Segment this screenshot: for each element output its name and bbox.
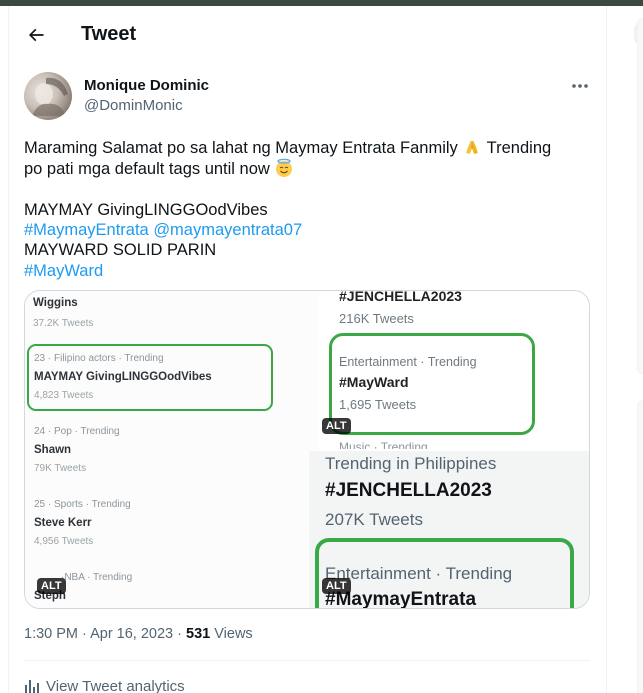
tweet-line-5: MAYWARD SOLID PARIN (24, 241, 217, 260)
media-image-top-right[interactable]: #JENCHELLA2023 216K Tweets Entertainment… (321, 291, 589, 449)
views-count: 531 (186, 626, 211, 642)
tweet-line-2-text: po pati mga default tags until now (24, 160, 270, 179)
mention-link[interactable]: @maymayentrata07 (153, 221, 302, 239)
media-grid: Wiggins 37.2K Tweets 23 · Filipino actor… (24, 290, 590, 609)
hashtag-link[interactable]: #MaymayEntrata (24, 221, 149, 239)
avatar[interactable] (24, 72, 72, 120)
trend-count: 79K Tweets (34, 463, 87, 474)
trend-meta: Entertainment · Trending (339, 355, 477, 369)
media-image-left[interactable]: Wiggins 37.2K Tweets 23 · Filipino actor… (25, 291, 319, 608)
page-title: Tweet (81, 23, 137, 45)
trend-meta: 24 · Pop · Trending (34, 426, 120, 437)
column-left-border (8, 6, 9, 693)
tweet-line-4: #MaymayEntrata @maymayentrata07 (24, 220, 594, 240)
tweet-text: Maraming Salamat po sa lahat ng Maymay E… (24, 137, 594, 281)
tweet-meta: 1:30 PM · Apr 16, 2023 · 531 Views (24, 626, 253, 642)
hashtag-link-mayward[interactable]: #MayWard (24, 262, 103, 280)
trend-meta: 23 · Filipino actors · Trending (34, 353, 164, 364)
sidebar-card-edge (637, 18, 643, 374)
author-handle[interactable]: @DominMonic (84, 97, 183, 114)
tweet-timestamp[interactable]: 1:30 PM · Apr 16, 2023 · (24, 626, 186, 642)
trend-meta: ·NBA · Trending (61, 572, 133, 583)
avatar-photo (32, 77, 68, 116)
analytics-label: View Tweet analytics (46, 678, 185, 693)
trend-count: 4,956 Tweets (34, 536, 94, 547)
trend-meta: Entertainment · Trending (325, 564, 513, 583)
trend-meta: 25 · Sports · Trending (34, 499, 131, 510)
trend-title: Shawn (34, 444, 72, 456)
tweet-line-3: MAYMAY GivingLINGGOodVibes (24, 200, 268, 219)
trend-title: Steve Kerr (34, 517, 92, 529)
alt-badge[interactable]: ALT (322, 418, 351, 434)
folded-hands-emoji-icon (466, 140, 479, 154)
trend-count: 4,823 Tweets (34, 390, 94, 401)
media-image-bottom-right[interactable]: Trending in Philippines #JENCHELLA2023 2… (309, 451, 589, 608)
trend-header: Trending in Philippines (325, 454, 497, 473)
tweet-line-1-tail: Trending (486, 139, 552, 157)
bar-chart-icon (25, 679, 39, 693)
trend-tag: #MayWard (339, 374, 409, 390)
column-right-border (606, 6, 607, 693)
sidebar-card-edge-2 (637, 400, 643, 693)
alt-badge[interactable]: ALT (322, 578, 351, 594)
trend-count: 1,695 Tweets (339, 397, 417, 412)
view-analytics-link[interactable]: View Tweet analytics (24, 678, 185, 693)
page-header: Tweet (9, 6, 606, 62)
trend-title: #JENCHELLA2023 (339, 291, 462, 304)
trend-count: 216K Tweets (339, 311, 414, 326)
tweet-line-2: po pati mga default tags until now (24, 158, 594, 179)
arrow-left-icon (28, 28, 44, 42)
trend-meta-peek: Music · Trending (339, 440, 428, 449)
ellipsis-icon (572, 84, 588, 88)
halo-face-emoji-icon (276, 158, 293, 178)
tweet-line-6: #MayWard (24, 261, 594, 281)
trend-count: 207K Tweets (325, 510, 423, 529)
meta-divider (24, 660, 590, 661)
trend-title: Wiggins (33, 297, 78, 309)
back-button[interactable] (19, 18, 53, 52)
tweet-line-1: Maraming Salamat po sa lahat ng Maymay E… (24, 137, 594, 158)
trend-title: MAYMAY GivingLINGGOodVibes (34, 371, 212, 383)
trend-title: #JENCHELLA2023 (325, 480, 492, 501)
trend-count: 37.2K Tweets (33, 318, 94, 329)
views-label: Views (210, 626, 253, 642)
alt-badge[interactable]: ALT (37, 578, 66, 594)
tweet-line-1-text: Maraming Salamat po sa lahat ng Maymay E… (24, 139, 458, 157)
author-display-name[interactable]: Monique Dominic (84, 77, 209, 94)
more-options-button[interactable] (566, 74, 594, 98)
